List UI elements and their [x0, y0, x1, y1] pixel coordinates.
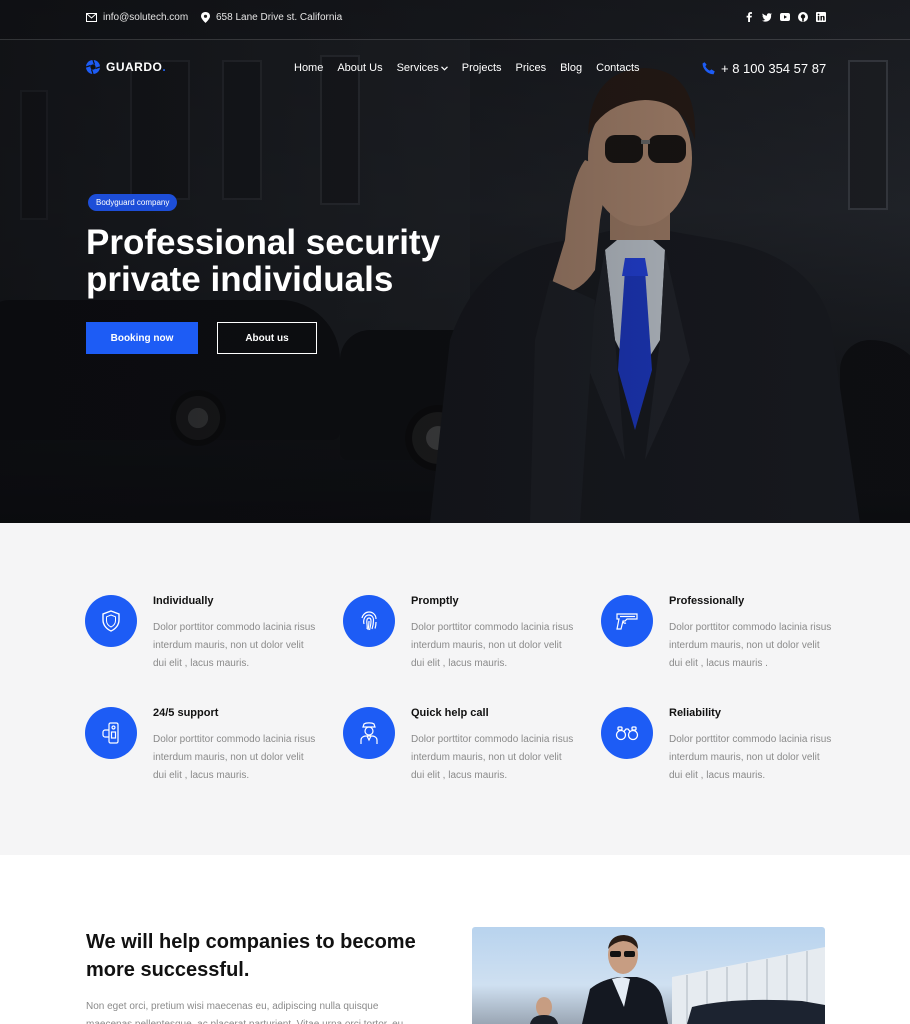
- nav-contacts[interactable]: Contacts: [596, 62, 639, 74]
- email-text: info@solutech.com: [103, 12, 189, 23]
- youtube-icon[interactable]: [780, 12, 790, 22]
- feature-card: Quick help call Dolor porttitor commodo …: [343, 707, 573, 807]
- feature-title: Professionally: [669, 595, 745, 607]
- feature-icon-circle: [85, 707, 137, 759]
- features-section: Individually Dolor porttitor commodo lac…: [0, 523, 910, 855]
- nav-home[interactable]: Home: [294, 62, 323, 74]
- feature-icon-circle: [343, 595, 395, 647]
- feature-title: Reliability: [669, 707, 721, 719]
- feature-text: Dolor porttitor commodo lacinia risus in…: [669, 622, 832, 669]
- brand-logo[interactable]: GUARDO.: [86, 60, 166, 74]
- hero-badge: Bodyguard company: [88, 194, 178, 211]
- feature-text: Dolor porttitor commodo lacinia risus in…: [153, 622, 316, 669]
- pistol-icon: [616, 613, 638, 630]
- about-photo-scene: [530, 935, 825, 1024]
- booking-now-button[interactable]: Booking now: [86, 322, 198, 354]
- map-pin-icon: [201, 12, 210, 23]
- facebook-icon[interactable]: [744, 12, 754, 22]
- feature-icon-circle: [85, 595, 137, 647]
- nav-services-label: Services: [396, 62, 439, 74]
- nav-prices[interactable]: Prices: [516, 62, 547, 74]
- brand-name: GUARDO: [106, 60, 163, 74]
- feature-icon-circle: [601, 595, 653, 647]
- feature-card: Individually Dolor porttitor commodo lac…: [85, 595, 315, 695]
- about-photo: [472, 927, 825, 1024]
- address-text: 658 Lane Drive st. California: [216, 12, 343, 23]
- fingerprint-icon: [361, 611, 377, 631]
- about-us-button[interactable]: About us: [217, 322, 317, 354]
- nav-services[interactable]: Services: [397, 62, 448, 74]
- guard-icon: [360, 722, 378, 744]
- intercom-icon: [102, 722, 119, 744]
- feature-card: Reliability Dolor porttitor commodo laci…: [601, 707, 831, 807]
- feature-title: Quick help call: [411, 707, 489, 719]
- feature-card: 24/5 support Dolor porttitor commodo lac…: [85, 707, 315, 807]
- feature-text: Dolor porttitor commodo lacinia risus in…: [669, 734, 832, 781]
- phone-link[interactable]: + 8 100 354 57 87: [702, 61, 826, 76]
- feature-card: Professionally Dolor porttitor commodo l…: [601, 595, 831, 695]
- hero-title-line1: Professional security: [86, 223, 441, 262]
- feature-title: Promptly: [411, 595, 459, 607]
- feature-text: Dolor porttitor commodo lacinia risus in…: [411, 734, 574, 781]
- top-email[interactable]: info@solutech.com: [86, 12, 188, 23]
- chevron-down-icon: [440, 65, 448, 71]
- handcuffs-icon: [615, 726, 639, 741]
- feature-title: Individually: [153, 595, 214, 607]
- feature-icon-circle: [601, 707, 653, 759]
- shield-icon: [102, 610, 120, 632]
- phone-number: + 8 100 354 57 87: [721, 61, 827, 76]
- about-title: We will help companies to become more su…: [86, 931, 416, 981]
- social-links: [744, 12, 826, 22]
- feature-text: Dolor porttitor commodo lacinia risus in…: [411, 622, 574, 669]
- phone-icon: [702, 62, 715, 75]
- hero-title: Professional security private individual…: [86, 224, 506, 298]
- feature-title: 24/5 support: [153, 707, 219, 719]
- twitter-icon[interactable]: [762, 12, 772, 22]
- nav-blog[interactable]: Blog: [560, 62, 582, 74]
- linkedin-icon[interactable]: [816, 12, 826, 22]
- top-bar: info@solutech.com 658 Lane Drive st. Cal…: [0, 0, 910, 40]
- top-address: 658 Lane Drive st. California: [201, 12, 342, 23]
- about-text: Non eget orci, pretium wisi maecenas eu,…: [86, 1001, 403, 1024]
- feature-card: Promptly Dolor porttitor commodo lacinia…: [343, 595, 573, 695]
- brand-dot: .: [162, 60, 167, 74]
- hero-section: info@solutech.com 658 Lane Drive st. Cal…: [0, 0, 910, 523]
- github-icon[interactable]: [798, 12, 808, 22]
- main-nav: Home About Us Services Projects Prices B…: [294, 62, 640, 74]
- hero-title-line2: private individuals: [86, 260, 394, 299]
- mail-icon: [86, 13, 97, 22]
- feature-text: Dolor porttitor commodo lacinia risus in…: [153, 734, 316, 781]
- feature-icon-circle: [343, 707, 395, 759]
- nav-projects[interactable]: Projects: [462, 62, 502, 74]
- nav-about-us[interactable]: About Us: [337, 62, 382, 74]
- logo-shutter-icon: [86, 60, 100, 74]
